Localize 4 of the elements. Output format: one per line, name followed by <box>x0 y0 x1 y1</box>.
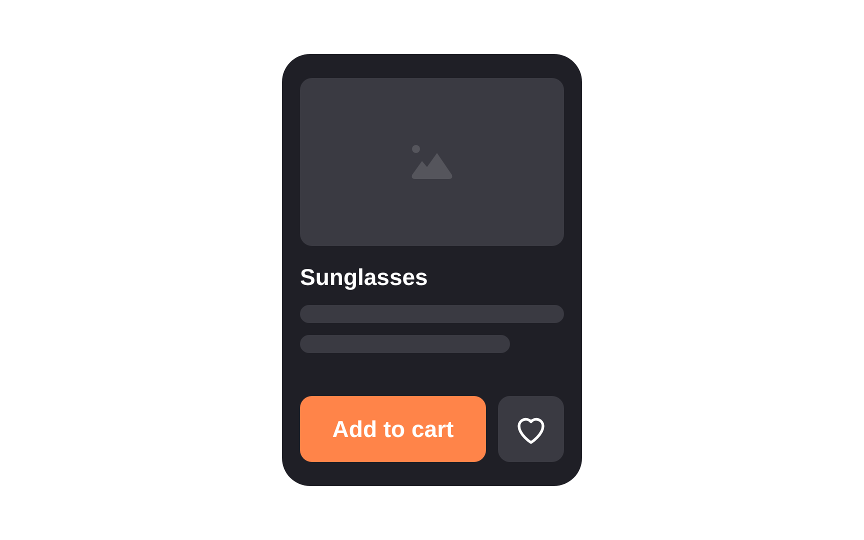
image-icon <box>411 145 453 179</box>
product-title: Sunglasses <box>300 263 429 291</box>
add-to-cart-button[interactable]: Add to cart <box>300 396 486 462</box>
favorite-button[interactable] <box>498 396 564 462</box>
